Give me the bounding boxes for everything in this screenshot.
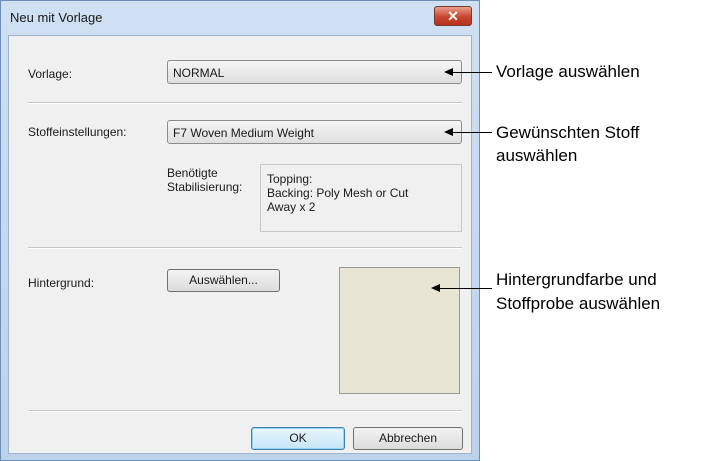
dialog-body: Vorlage: NORMAL ▼ Stoffeinstellungen: F7…	[8, 35, 472, 454]
background-swatch	[339, 267, 460, 394]
stabilizer-text-line2: Backing: Poly Mesh or Cut	[267, 186, 409, 200]
callout-background-text-line2: Stoffprobe auswählen	[496, 294, 661, 313]
fabric-label: Stoffeinstellungen:	[28, 125, 127, 139]
callout-background-text-line1: Hintergrundfarbe und	[496, 270, 657, 289]
close-icon: ✕	[447, 8, 459, 24]
stabilizer-text-line1: Topping:	[267, 172, 313, 186]
title-bar[interactable]: Neu mit Vorlage ✕	[1, 1, 479, 35]
callout-template-text: Vorlage auswählen	[496, 62, 640, 81]
choose-background-button[interactable]: Auswählen...	[167, 269, 280, 292]
callout-fabric-text-line2: auswählen	[496, 146, 578, 165]
ok-button[interactable]: OK	[251, 427, 345, 450]
stabilizer-label-line1: Benötigte	[167, 166, 218, 180]
template-select[interactable]: NORMAL ▼	[167, 60, 462, 84]
new-from-template-dialog: Neu mit Vorlage ✕ Vorlage: NORMAL ▼ Stof…	[0, 0, 480, 461]
close-button[interactable]: ✕	[434, 6, 472, 26]
fabric-value: F7 Woven Medium Weight	[173, 126, 314, 140]
separator	[28, 247, 462, 249]
separator	[28, 102, 462, 104]
template-value: NORMAL	[173, 66, 225, 80]
cancel-button[interactable]: Abbrechen	[353, 427, 463, 450]
separator	[28, 410, 462, 412]
callout-fabric-text-line1: Gewünschten Stoff	[496, 123, 640, 142]
stabilizer-label-line2: Stabilisierung:	[167, 180, 243, 194]
stabilizer-info-box: Topping: Backing: Poly Mesh or Cut Away …	[260, 164, 462, 232]
callout-line-background	[439, 288, 492, 289]
dialog-title: Neu mit Vorlage	[10, 10, 103, 25]
background-label: Hintergrund:	[28, 276, 95, 290]
fabric-select[interactable]: F7 Woven Medium Weight ▼	[167, 120, 462, 144]
callout-line-fabric	[452, 132, 492, 133]
template-label: Vorlage:	[28, 67, 73, 81]
stabilizer-text-line3: Away x 2	[267, 200, 316, 214]
callout-line-template	[452, 72, 492, 73]
